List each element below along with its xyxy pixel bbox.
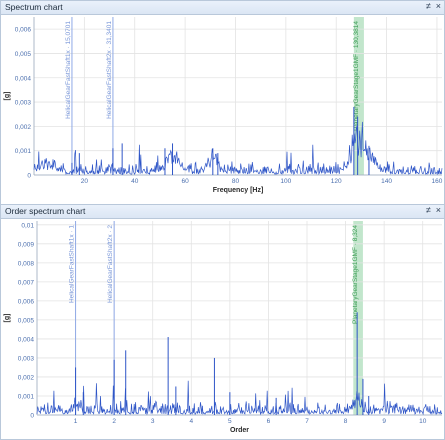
order-spectrum-chart-panel: Order spectrum chart ≠ × 1 2 3 4 5 6 7 8 9 10 0 0,0…	[0, 204, 445, 440]
x-tick-label: 60	[181, 178, 189, 185]
x-tick-label: 120	[331, 178, 342, 185]
spectrum-series	[36, 380, 443, 416]
spectrum-chart[interactable]: 20 40 60 80 100 120 140 160 0 0,001 0,002 0,003 0,00…	[1, 15, 444, 204]
x-tick-label: 7	[305, 418, 309, 425]
y-tick-label: 0,008	[18, 260, 35, 267]
y-tick-label: 0,001	[15, 148, 32, 155]
x-tick-label: 40	[131, 178, 139, 185]
spectrum-series	[33, 121, 443, 176]
y-axis-title: [g]	[4, 314, 11, 323]
x-tick-label: 9	[382, 418, 386, 425]
panel-title: Order spectrum chart	[5, 206, 86, 216]
marker-label: HelicalGearFastShaft1x · 1	[69, 225, 76, 303]
x-tick-label: 6	[267, 418, 271, 425]
x-tick-label: 8	[344, 418, 348, 425]
x-tick-label: 80	[232, 178, 240, 185]
x-tick-label: 3	[151, 418, 155, 425]
y-tick-label: 0,009	[18, 241, 35, 248]
x-tick-label: 160	[432, 178, 443, 185]
y-tick-label: 0,003	[18, 355, 35, 362]
x-tick-label: 20	[81, 178, 89, 185]
close-icon[interactable]: ×	[436, 205, 441, 215]
x-tick-label: 4	[189, 418, 193, 425]
y-tick-label: 0	[27, 173, 31, 180]
y-tick-label: 0,01	[21, 222, 34, 229]
x-axis-title: Order	[230, 427, 249, 434]
y-tick-label: 0,002	[18, 374, 35, 381]
y-tick-label: 0,004	[18, 336, 35, 343]
x-tick-label: 5	[228, 418, 232, 425]
y-tick-label: 0,005	[18, 317, 35, 324]
y-axis-title: [g]	[4, 92, 11, 101]
y-tick-label: 0,007	[18, 279, 35, 286]
pin-icon[interactable]: ≠	[426, 205, 431, 215]
spectrum-chart-panel: Spectrum chart ≠ × 20 40 60 80 100 120 140 160 0…	[0, 0, 445, 205]
y-tick-label: 0,001	[18, 393, 35, 400]
x-tick-label: 2	[112, 418, 116, 425]
app-window: Spectrum chart ≠ × 20 40 60 80 100 120 140 160 0…	[0, 0, 445, 440]
close-icon[interactable]: ×	[436, 1, 441, 11]
order-spectrum-chart[interactable]: 1 2 3 4 5 6 7 8 9 10 0 0,001 0,002 0,003 0,004 0,005 0,0…	[1, 219, 444, 439]
x-axis-title: Frequency [Hz]	[213, 187, 264, 194]
y-tick-label: 0,005	[15, 51, 32, 58]
y-tick-label: 0,003	[15, 100, 32, 107]
y-tick-label: 0,006	[18, 298, 35, 305]
marker-label: HelicalGearFastShaft2x · 2	[107, 225, 114, 303]
pin-icon[interactable]: ≠	[426, 1, 431, 11]
x-tick-label: 1	[74, 418, 78, 425]
x-tick-label: 100	[280, 178, 291, 185]
y-tick-label: 0	[30, 413, 34, 420]
y-tick-label: 0,006	[15, 27, 32, 34]
marker-label: HelicalGearFastShaft2x · 31,3401	[106, 21, 113, 119]
x-tick-label: 10	[419, 418, 427, 425]
panel-title: Spectrum chart	[5, 2, 63, 12]
x-tick-label: 140	[381, 178, 392, 185]
panel-titlebar: Spectrum chart ≠ ×	[1, 1, 444, 15]
y-tick-label: 0,002	[15, 124, 32, 131]
panel-titlebar: Order spectrum chart ≠ ×	[1, 205, 444, 219]
y-tick-label: 0,004	[15, 75, 32, 82]
marker-label: HelicalGearFastShaft1x · 15,0701	[65, 21, 72, 119]
band-label: PlanetaryGearStage1GMF · 8,324	[352, 225, 359, 324]
